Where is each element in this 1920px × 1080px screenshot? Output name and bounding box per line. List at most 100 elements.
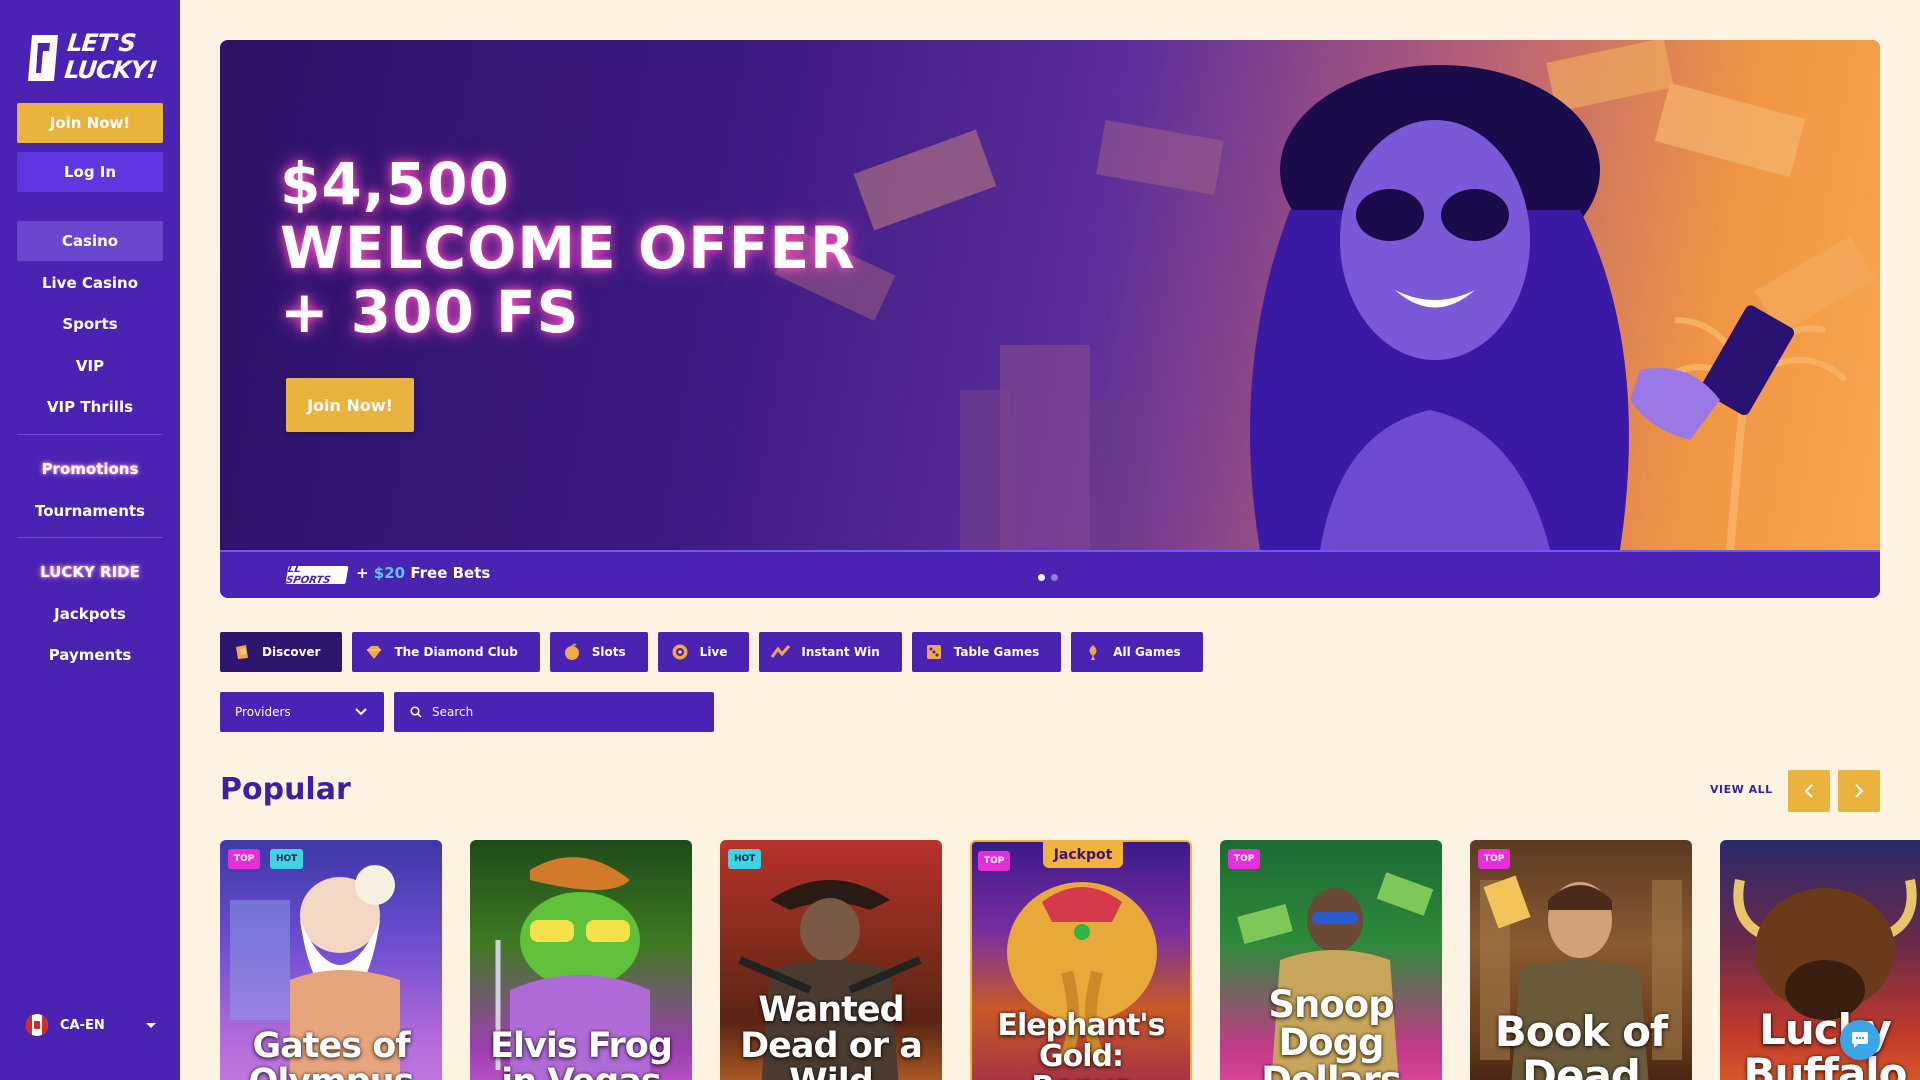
free-bets-text: + $20 Free Bets [356, 564, 490, 582]
tab-live[interactable]: Live [657, 632, 750, 672]
game-title-line: in Vegas [470, 1064, 692, 1080]
sidebar-item-vip[interactable]: VIP [17, 346, 163, 386]
game-title: Elephant's Gold: Bonus Combo [972, 1010, 1190, 1080]
tab-instant-win[interactable]: Instant Win [759, 632, 902, 672]
slots-icon [562, 642, 582, 662]
hero-banner[interactable]: $4,500 WELCOME OFFER + 300 FS Join Now! … [220, 40, 1880, 598]
carousel-dot[interactable] [1051, 574, 1058, 581]
tab-label: The Diamond Club [394, 645, 518, 659]
game-card-gates-of-olympus[interactable]: TOP HOT Gates of Olympus [220, 840, 442, 1080]
tab-slots[interactable]: Slots [549, 632, 648, 672]
game-title-line: Olympus [220, 1064, 442, 1080]
tab-diamond-club[interactable]: The Diamond Club [352, 632, 540, 672]
carousel-prev-button[interactable] [1788, 770, 1830, 812]
game-title: Snoop Dogg Dollars [1220, 986, 1442, 1080]
chevron-down-icon [355, 708, 367, 716]
all-games-icon [1083, 642, 1103, 662]
section-title-popular: Popular [220, 772, 351, 807]
table-games-icon [924, 642, 944, 662]
hero-headline-spins: + 300 FS [280, 278, 580, 346]
game-title: Lucky Buffalo [1720, 1008, 1920, 1080]
sidebar-item-sports[interactable]: Sports [17, 304, 163, 344]
carousel-next-button[interactable] [1838, 770, 1880, 812]
chevron-left-icon [1804, 784, 1813, 798]
carousel-dot[interactable] [1038, 574, 1045, 581]
game-card-elvis-frog[interactable]: Elvis Frog in Vegas [470, 840, 692, 1080]
game-title-line: Buffalo [1743, 1049, 1907, 1080]
tab-label: Instant Win [801, 645, 880, 659]
sidebar-item-payments[interactable]: Payments [17, 635, 163, 675]
sidebar-item-casino[interactable]: Casino [17, 221, 163, 261]
diamond-icon [364, 642, 384, 662]
game-title-line: Wild [720, 1064, 942, 1080]
game-title-line: Dogg [1278, 1021, 1384, 1064]
hero-join-button[interactable]: Join Now! [286, 378, 414, 432]
sidebar-item-lucky-ride[interactable]: LUCKY RIDE [17, 552, 163, 592]
logo-text-line2: LUCKY! [63, 56, 159, 84]
game-title-line: Lucky [1759, 1005, 1892, 1054]
tab-table-games[interactable]: Table Games [911, 632, 1062, 672]
game-title-line: Snoop [1268, 983, 1394, 1026]
brand-logo[interactable]: LET'S LUCKY! [26, 29, 158, 86]
sidebar-item-tournaments[interactable]: Tournaments [17, 491, 163, 531]
sidebar-item-live-casino[interactable]: Live Casino [17, 263, 163, 303]
search-icon [410, 706, 422, 718]
badge-hot: HOT [270, 849, 304, 869]
free-bets-suffix: Free Bets [405, 564, 491, 582]
chevron-right-icon [1855, 784, 1864, 798]
game-title-line: Gold: [1039, 1039, 1124, 1074]
language-selector[interactable]: CA-EN [26, 1012, 156, 1038]
game-title-line: Gates of [252, 1026, 410, 1066]
sidebar-item-vip-thrills[interactable]: VIP Thrills [17, 387, 163, 427]
game-title: Elvis Frog in Vegas [470, 1028, 692, 1080]
hero-headline-amount: $4,500 [280, 150, 510, 218]
sidebar-divider [17, 434, 163, 435]
category-tabs: Discover The Diamond Club Slots Live Ins… [220, 632, 1203, 672]
tab-discover[interactable]: Discover [220, 632, 343, 672]
game-title: Book of Dead [1470, 1010, 1692, 1080]
logo-text: LET'S LUCKY! [63, 29, 161, 84]
language-label: CA-EN [60, 1017, 105, 1033]
providers-dropdown[interactable]: Providers [220, 692, 384, 732]
tab-label: Discover [262, 645, 321, 659]
badge-top: TOP [228, 849, 261, 869]
jackpot-badge: Jackpot [1043, 842, 1123, 868]
game-title-line: Book of [1494, 1007, 1668, 1056]
game-title-line: Dead [1522, 1051, 1641, 1080]
view-all-link[interactable]: VIEW ALL [1710, 783, 1773, 796]
sidebar: LET'S LUCKY! Join Now! Log In Casino Liv… [0, 0, 180, 1080]
game-card-elephants-gold[interactable]: Jackpot TOP Elephant's Gold: Bonus Combo [970, 840, 1192, 1080]
game-title: Wanted Dead or a Wild [720, 992, 942, 1080]
game-title: Gates of Olympus [220, 1028, 442, 1080]
logo-mark-icon [28, 35, 58, 81]
game-title-line: Elvis Frog [490, 1026, 673, 1066]
hero-sports-strip[interactable]: LL SPORTS + $20 Free Bets [220, 550, 1880, 598]
tab-label: Live [699, 645, 728, 659]
search-input[interactable] [432, 705, 692, 719]
game-title-line: Bonus Combo [972, 1072, 1190, 1080]
instant-win-icon [771, 642, 791, 662]
game-title-line: Dead or a [740, 1026, 923, 1066]
discover-icon [232, 642, 252, 662]
canada-flag-icon [26, 1014, 48, 1036]
hero-headline: $4,500 WELCOME OFFER + 300 FS [280, 152, 856, 344]
free-bets-amount: $20 [373, 564, 406, 582]
sidebar-login-button[interactable]: Log In [17, 152, 163, 192]
sidebar-join-button[interactable]: Join Now! [17, 103, 163, 143]
game-card-lucky-buffalo[interactable]: Lucky Buffalo [1720, 840, 1920, 1080]
chat-support-button[interactable] [1840, 1020, 1880, 1060]
game-card-snoop-dogg-dollars[interactable]: TOP Snoop Dogg Dollars [1220, 840, 1442, 1080]
game-card-book-of-dead[interactable]: TOP Book of Dead [1470, 840, 1692, 1080]
search-box[interactable] [394, 692, 714, 732]
game-card-wanted-dead-or-a-wild[interactable]: HOT Wanted Dead or a Wild [720, 840, 942, 1080]
chevron-down-icon [146, 1022, 156, 1028]
providers-label: Providers [235, 705, 291, 719]
sidebar-item-promotions[interactable]: Promotions [17, 449, 163, 489]
free-bets-prefix: + [356, 564, 374, 582]
tab-all-games[interactable]: All Games [1071, 632, 1203, 672]
logo-text-line1: LET'S [66, 29, 137, 57]
sidebar-item-jackpots[interactable]: Jackpots [17, 594, 163, 634]
game-title-line: Wanted [758, 990, 904, 1030]
tab-label: Table Games [953, 645, 1040, 659]
badge-top: TOP [1478, 849, 1511, 869]
